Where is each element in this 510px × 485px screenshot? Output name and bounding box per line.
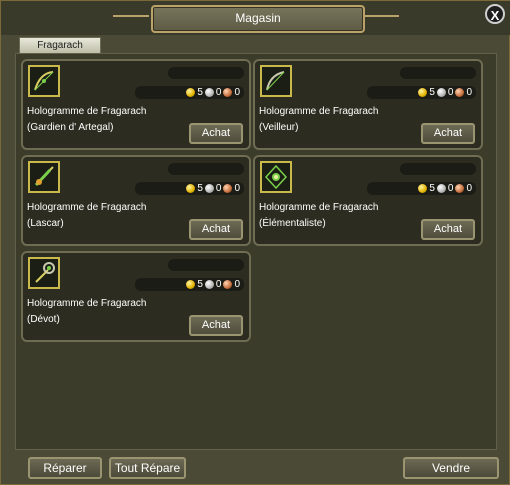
copper-coin-icon <box>223 88 233 97</box>
gold-coin-icon <box>186 88 196 97</box>
title-ornament-left <box>113 15 149 17</box>
price-silver: 0 <box>447 87 454 98</box>
title-bar[interactable]: Magasin X <box>1 1 510 35</box>
silver-coin-icon <box>204 280 214 289</box>
copper-coin-icon <box>223 280 233 289</box>
item-name: Hologramme de Fragarach (Veilleur) <box>259 104 419 136</box>
silver-coin-icon <box>204 184 214 193</box>
price-gold: 5 <box>429 87 435 98</box>
bow-icon[interactable] <box>260 65 292 97</box>
tab-fragarach[interactable]: Fragarach <box>19 37 101 53</box>
shop-item-card: 5 0 0 Hologramme de Fragarach (Gardien d… <box>21 59 251 150</box>
buy-button[interactable]: Achat <box>421 123 475 144</box>
item-name: Hologramme de Fragarach (Dévot) <box>27 296 187 328</box>
buy-button[interactable]: Achat <box>189 123 243 144</box>
item-name-line2: (Élémentaliste) <box>259 218 326 229</box>
copper-coin-icon <box>223 184 233 193</box>
price-copper: 0 <box>234 279 240 290</box>
buy-button[interactable]: Achat <box>189 315 243 336</box>
bow-icon[interactable] <box>28 65 60 97</box>
price-copper: 0 <box>466 87 472 98</box>
item-name-line1: Hologramme de Fragarach <box>27 106 147 117</box>
price-gold: 5 <box>197 87 203 98</box>
price-display: 5 0 0 <box>135 86 244 99</box>
copper-coin-icon <box>455 184 465 193</box>
price-copper: 0 <box>466 183 472 194</box>
title-ornament-right <box>363 15 399 17</box>
price-gold: 5 <box>197 183 203 194</box>
price-gold: 5 <box>429 183 435 194</box>
gold-coin-icon <box>418 184 428 193</box>
item-info-bar <box>168 259 244 271</box>
item-list-panel: 5 0 0 Hologramme de Fragarach (Gardien d… <box>15 53 497 450</box>
price-silver: 0 <box>215 183 222 194</box>
buy-button[interactable]: Achat <box>421 219 475 240</box>
price-display: 5 0 0 <box>367 86 476 99</box>
item-name: Hologramme de Fragarach (Gardien d' Arte… <box>27 104 187 136</box>
item-info-bar <box>168 163 244 175</box>
price-copper: 0 <box>234 87 240 98</box>
shop-item-card: 5 0 0 Hologramme de Fragarach (Lascar) A… <box>21 155 251 246</box>
item-name-line1: Hologramme de Fragarach <box>27 202 147 213</box>
price-display: 5 0 0 <box>135 278 244 291</box>
copper-coin-icon <box>455 88 465 97</box>
gold-coin-icon <box>418 88 428 97</box>
item-info-bar <box>168 67 244 79</box>
price-gold: 5 <box>197 279 203 290</box>
repair-button[interactable]: Réparer <box>28 457 102 479</box>
window-title: Magasin <box>151 5 365 33</box>
price-copper: 0 <box>234 183 240 194</box>
sell-button[interactable]: Vendre <box>403 457 499 479</box>
repair-all-button[interactable]: Tout Répare <box>109 457 186 479</box>
silver-coin-icon <box>436 88 446 97</box>
price-silver: 0 <box>447 183 454 194</box>
price-silver: 0 <box>215 87 222 98</box>
shop-item-card: 5 0 0 Hologramme de Fragarach (Dévot) Ac… <box>21 251 251 342</box>
buy-button[interactable]: Achat <box>189 219 243 240</box>
item-name: Hologramme de Fragarach (Élémentaliste) <box>259 200 419 232</box>
item-name: Hologramme de Fragarach (Lascar) <box>27 200 187 232</box>
item-info-bar <box>400 163 476 175</box>
price-display: 5 0 0 <box>367 182 476 195</box>
item-name-line1: Hologramme de Fragarach <box>259 106 379 117</box>
silver-coin-icon <box>204 88 214 97</box>
item-name-line1: Hologramme de Fragarach <box>259 202 379 213</box>
item-name-line2: (Gardien d' Artegal) <box>27 122 114 133</box>
price-silver: 0 <box>215 279 222 290</box>
item-name-line2: (Veilleur) <box>259 122 299 133</box>
gold-coin-icon <box>186 184 196 193</box>
close-button[interactable]: X <box>485 4 505 24</box>
dagger-icon[interactable] <box>28 161 60 193</box>
item-name-line1: Hologramme de Fragarach <box>27 298 147 309</box>
price-display: 5 0 0 <box>135 182 244 195</box>
silver-coin-icon <box>436 184 446 193</box>
gold-coin-icon <box>186 280 196 289</box>
item-name-line2: (Dévot) <box>27 314 60 325</box>
shop-window: Magasin X Fragarach 5 0 0 Hologramme de … <box>0 0 510 485</box>
item-info-bar <box>400 67 476 79</box>
orb-icon[interactable] <box>260 161 292 193</box>
staff-icon[interactable] <box>28 257 60 289</box>
shop-item-card: 5 0 0 Hologramme de Fragarach (Élémental… <box>253 155 483 246</box>
shop-item-card: 5 0 0 Hologramme de Fragarach (Veilleur)… <box>253 59 483 150</box>
item-name-line2: (Lascar) <box>27 218 64 229</box>
